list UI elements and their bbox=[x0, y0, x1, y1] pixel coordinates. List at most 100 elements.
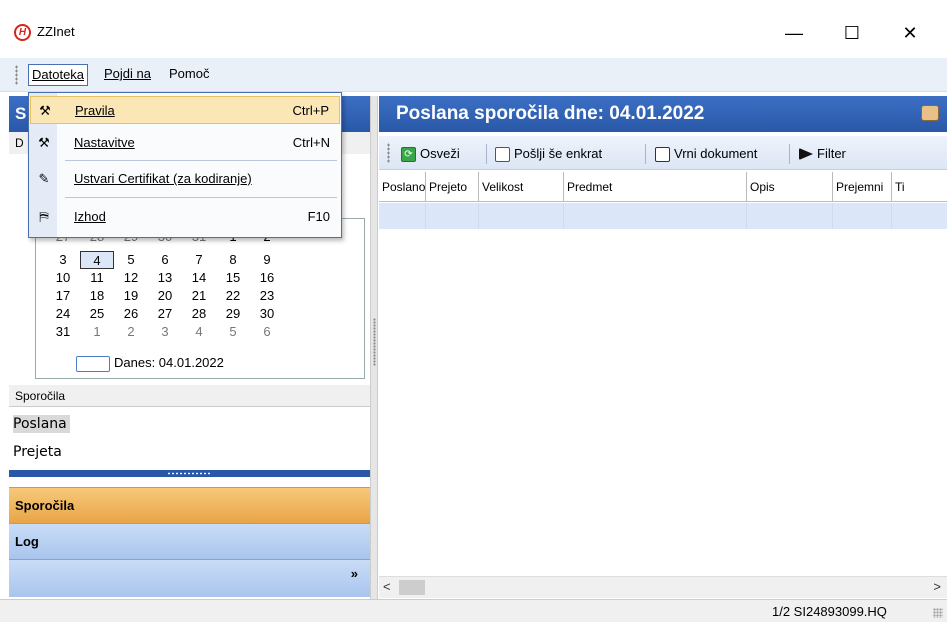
calendar-day[interactable]: 17 bbox=[46, 287, 80, 305]
messages-section-label: Sporočila bbox=[9, 385, 370, 407]
calendar-day-selected[interactable]: 4 bbox=[80, 251, 114, 269]
calendar-day[interactable]: 8 bbox=[216, 251, 250, 269]
calendar-day[interactable]: 26 bbox=[114, 305, 148, 323]
return-document-button[interactable]: Vrni dokument bbox=[655, 144, 757, 164]
menu-pojdi-na[interactable]: Pojdi na bbox=[101, 64, 154, 86]
menu-item-label: Izhod bbox=[74, 209, 106, 224]
toolbar-grip[interactable] bbox=[387, 143, 390, 163]
calendar-day[interactable]: 1 bbox=[80, 323, 114, 341]
menu-item-label: Ustvari Certifikat (za kodiranje) bbox=[74, 171, 252, 186]
calendar-day[interactable]: 16 bbox=[250, 269, 284, 287]
toolbar-separator bbox=[486, 144, 487, 164]
app-logo-icon: H bbox=[14, 24, 31, 41]
calendar-day[interactable]: 20 bbox=[148, 287, 182, 305]
calendar-day[interactable]: 21 bbox=[182, 287, 216, 305]
refresh-button[interactable]: ⟳ Osveži bbox=[401, 144, 460, 164]
resend-button[interactable]: Pošlji še enkrat bbox=[495, 144, 602, 164]
calendar-day[interactable]: 6 bbox=[148, 251, 182, 269]
calendar-day[interactable]: 29 bbox=[216, 305, 250, 323]
horizontal-splitter[interactable] bbox=[9, 470, 370, 477]
send-icon bbox=[495, 146, 510, 162]
close-button[interactable]: ✕ bbox=[887, 16, 933, 50]
menu-item-pravila[interactable]: ⚒ Pravila Ctrl+P bbox=[30, 96, 340, 124]
resize-grip-icon[interactable] bbox=[933, 608, 943, 618]
scroll-right-icon[interactable]: > bbox=[933, 579, 941, 594]
calendar-day[interactable]: 31 bbox=[46, 323, 80, 341]
table-row[interactable] bbox=[379, 203, 947, 229]
filter-button[interactable]: Filter bbox=[799, 144, 846, 164]
table-header: Poslano Prejeto Velikost Predmet Opis Pr… bbox=[379, 172, 947, 202]
calendar-day[interactable]: 13 bbox=[148, 269, 182, 287]
calendar-day[interactable]: 23 bbox=[250, 287, 284, 305]
calendar-day[interactable]: 27 bbox=[148, 305, 182, 323]
calendar-day[interactable]: 3 bbox=[148, 323, 182, 341]
calendar-day[interactable]: 7 bbox=[182, 251, 216, 269]
calendar-day[interactable]: 3 bbox=[46, 251, 80, 269]
filter-icon bbox=[799, 148, 813, 160]
column-header-velikost[interactable]: Velikost bbox=[479, 172, 564, 201]
resend-label: Pošlji še enkrat bbox=[514, 146, 603, 161]
calendar-day[interactable]: 6 bbox=[250, 323, 284, 341]
column-header-prejemnik[interactable]: Prejemni bbox=[833, 172, 892, 201]
calendar-day[interactable]: 15 bbox=[216, 269, 250, 287]
scroll-left-icon[interactable]: < bbox=[383, 579, 391, 594]
calendar-day[interactable]: 4 bbox=[182, 323, 216, 341]
column-header-poslano[interactable]: Poslano bbox=[379, 172, 426, 201]
horizontal-scrollbar[interactable]: < > bbox=[379, 576, 947, 598]
vertical-splitter[interactable] bbox=[370, 96, 378, 599]
calendar-week: 3 4 5 6 7 8 9 bbox=[46, 251, 346, 269]
calendar-day[interactable]: 14 bbox=[182, 269, 216, 287]
toolbar-separator bbox=[645, 144, 646, 164]
menu-item-label: Nastavitve bbox=[74, 135, 135, 150]
right-pane: Poslana sporočila dne: 04.01.2022 ⟳ Osve… bbox=[379, 96, 947, 599]
title-bar: H ZZInet — ☐ ✕ bbox=[0, 0, 947, 56]
menu-datoteka[interactable]: Datoteka bbox=[28, 64, 89, 86]
calendar-day[interactable]: 30 bbox=[250, 305, 284, 323]
folder-item-prejeta[interactable]: Prejeta bbox=[9, 441, 370, 463]
menu-item-shortcut: Ctrl+N bbox=[292, 135, 330, 150]
menu-item-izhod[interactable]: ⛿ Izhod F10 bbox=[30, 203, 340, 231]
calendar-day[interactable]: 22 bbox=[216, 287, 250, 305]
menu-item-shortcut: F10 bbox=[307, 209, 330, 224]
calendar-day[interactable]: 5 bbox=[114, 251, 148, 269]
nav-overflow-bar: » bbox=[9, 559, 370, 597]
calendar-week: 17 18 19 20 21 22 23 bbox=[46, 287, 346, 305]
calendar-grid: 3 4 5 6 7 8 9 10 11 12 13 14 15 16 17 18… bbox=[46, 251, 346, 341]
return-document-label: Vrni dokument bbox=[674, 146, 758, 161]
calendar-day[interactable]: 2 bbox=[114, 323, 148, 341]
column-header-truncated[interactable]: Ti bbox=[892, 172, 947, 201]
today-marker[interactable] bbox=[76, 356, 110, 372]
calendar-day[interactable]: 11 bbox=[80, 269, 114, 287]
column-header-opis[interactable]: Opis bbox=[747, 172, 833, 201]
column-header-prejeto[interactable]: Prejeto bbox=[426, 172, 479, 201]
calendar-day[interactable]: 12 bbox=[114, 269, 148, 287]
menu-pomoc[interactable]: Pomoč bbox=[166, 64, 212, 86]
calendar-day[interactable]: 28 bbox=[182, 305, 216, 323]
menu-item-shortcut: Ctrl+P bbox=[292, 103, 329, 118]
nav-button-sporocila[interactable]: Sporočila bbox=[9, 487, 370, 523]
menu-separator bbox=[65, 197, 337, 198]
folder-item-poslana[interactable]: Poslana bbox=[9, 413, 370, 435]
status-text: 1/2 SI24893099.HQ bbox=[772, 604, 887, 619]
toolbar: ⟳ Osveži Pošlji še enkrat Vrni dokument … bbox=[379, 136, 947, 170]
calendar-day[interactable]: 9 bbox=[250, 251, 284, 269]
refresh-icon: ⟳ bbox=[401, 146, 416, 162]
nav-button-log[interactable]: Log bbox=[9, 523, 370, 559]
toolbar-separator bbox=[789, 144, 790, 164]
calendar-day[interactable]: 19 bbox=[114, 287, 148, 305]
minimize-button[interactable]: — bbox=[771, 16, 817, 50]
column-header-predmet[interactable]: Predmet bbox=[564, 172, 747, 201]
chevron-more-icon[interactable]: » bbox=[351, 566, 358, 581]
package-icon bbox=[921, 105, 939, 121]
calendar-day[interactable]: 18 bbox=[80, 287, 114, 305]
today-label[interactable]: Danes: 04.01.2022 bbox=[114, 355, 224, 370]
menu-item-ustvari-certifikat[interactable]: ✎ Ustvari Certifikat (za kodiranje) bbox=[30, 165, 340, 193]
calendar-day[interactable]: 25 bbox=[80, 305, 114, 323]
calendar-day[interactable]: 5 bbox=[216, 323, 250, 341]
maximize-button[interactable]: ☐ bbox=[829, 16, 875, 50]
scroll-thumb[interactable] bbox=[399, 580, 425, 595]
menubar-grip[interactable] bbox=[15, 65, 18, 85]
calendar-day[interactable]: 24 bbox=[46, 305, 80, 323]
menu-item-nastavitve[interactable]: ⚒ Nastavitve Ctrl+N bbox=[30, 129, 340, 157]
calendar-day[interactable]: 10 bbox=[46, 269, 80, 287]
